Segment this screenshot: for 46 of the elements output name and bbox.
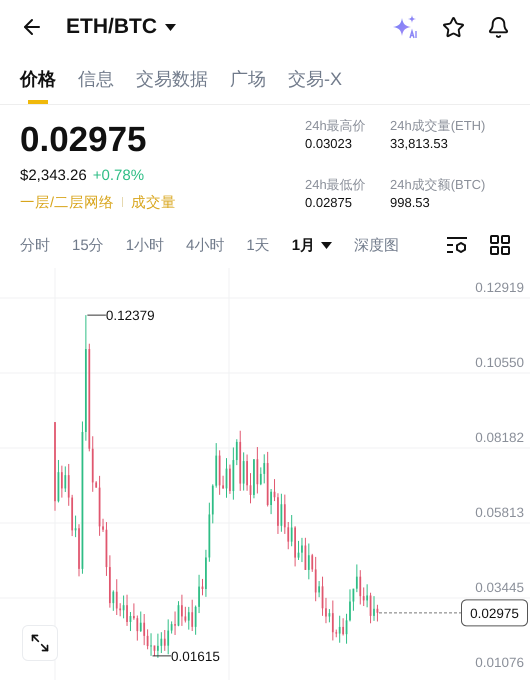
interval-tab[interactable]: 15分 — [72, 236, 104, 255]
interval-tab[interactable]: 深度图 — [354, 236, 400, 255]
interval-tab[interactable]: 1小时 — [126, 236, 164, 255]
low-marker: 0.01615 — [171, 648, 220, 664]
grid-icon[interactable] — [490, 235, 510, 256]
current-price: 0.02975 — [470, 606, 519, 621]
interval-tab[interactable]: 1月 — [292, 236, 332, 255]
expand-icon — [30, 633, 50, 653]
leader-line — [86, 314, 106, 316]
stat-label: 24h最高价 — [305, 116, 367, 135]
tag-link[interactable]: 一层/二层网络 — [20, 192, 114, 212]
axis-label: 0.12919 — [475, 280, 524, 295]
bell-icon[interactable] — [487, 16, 510, 39]
tab[interactable]: 交易-X — [288, 54, 342, 104]
caret-icon — [165, 24, 176, 31]
tab[interactable]: 价格 — [20, 54, 56, 104]
last-price: 0.02975 — [20, 118, 148, 161]
price-change: +0.78% — [92, 166, 144, 184]
axis-label: 0.10550 — [475, 355, 524, 370]
axis-label: 0.05813 — [475, 505, 524, 520]
indicator-settings-icon[interactable] — [446, 235, 468, 256]
axis-label: 0.03445 — [475, 580, 524, 595]
usd-price: $2,343.26 — [20, 166, 87, 184]
tab[interactable]: 交易数据 — [136, 54, 208, 104]
stat-label: 24h成交量(ETH) — [390, 116, 486, 135]
axis-label: 0.08182 — [475, 430, 524, 445]
star-icon[interactable] — [442, 16, 465, 39]
caret-icon — [321, 242, 332, 249]
tab[interactable]: 广场 — [230, 54, 266, 104]
expand-button[interactable] — [22, 625, 58, 661]
stat-value: 0.02875 — [305, 194, 353, 212]
interval-tab[interactable]: 1天 — [246, 236, 270, 255]
stat-label: 24h成交额(BTC) — [390, 176, 486, 194]
leader-line — [152, 655, 172, 656]
stat-value: 0.03023 — [305, 134, 353, 153]
tag-link[interactable]: 成交量 — [131, 192, 176, 212]
high-marker: 0.12379 — [106, 308, 155, 324]
interval-tab[interactable]: 4小时 — [186, 236, 224, 255]
stat-value: 33,813.53 — [390, 134, 449, 153]
tab[interactable]: 信息 — [78, 54, 114, 104]
axis-label: 0.01076 — [475, 655, 524, 670]
stat-value: 998.53 — [390, 194, 431, 212]
interval-tab[interactable]: 分时 — [20, 236, 50, 255]
stat-label: 24h最低价 — [305, 176, 367, 194]
pair-selector[interactable]: ETH/BTC — [66, 15, 176, 40]
price-tag — [461, 599, 528, 626]
